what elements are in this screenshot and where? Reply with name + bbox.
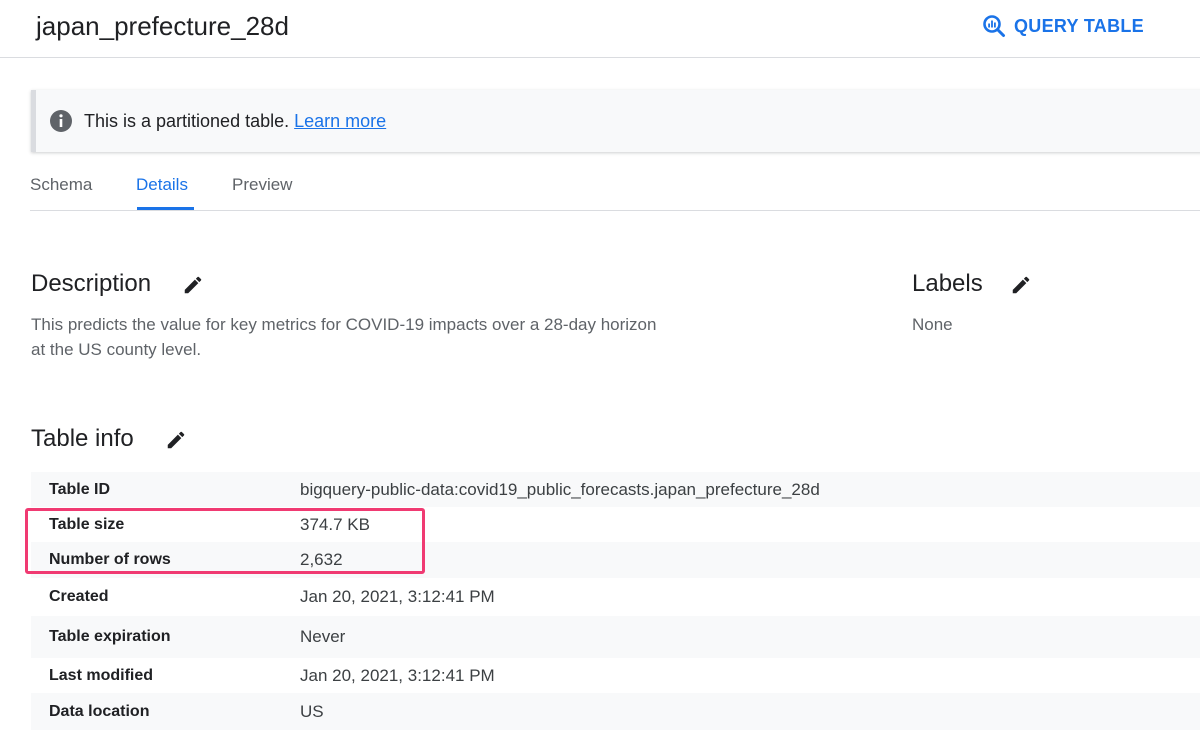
labels-heading: Labels bbox=[912, 270, 983, 297]
table-info-list: Table ID bigquery-public-data:covid19_pu… bbox=[31, 472, 1200, 730]
query-table-label: QUERY TABLE bbox=[1014, 15, 1144, 36]
row-key: Table expiration bbox=[49, 628, 171, 645]
labels-value: None bbox=[912, 315, 953, 334]
row-key: Table size bbox=[49, 515, 125, 533]
page-title: japan_prefecture_28d bbox=[36, 11, 289, 41]
row-value: bigquery-public-data:covid19_public_fore… bbox=[300, 479, 820, 499]
row-key: Last modified bbox=[49, 666, 154, 684]
query-icon bbox=[983, 15, 1005, 37]
row-value: Jan 20, 2021, 3:12:41 PM bbox=[300, 587, 495, 606]
table-row: Table size 374.7 KB bbox=[31, 507, 1200, 542]
tab-schema[interactable]: Schema bbox=[30, 175, 92, 195]
tab-preview[interactable]: Preview bbox=[232, 175, 292, 195]
table-row: Table ID bigquery-public-data:covid19_pu… bbox=[31, 472, 1200, 507]
edit-description-icon[interactable] bbox=[182, 274, 204, 296]
page-header: japan_prefecture_28d QUERY TABLE bbox=[0, 0, 1200, 58]
description-line-2: at the US county level. bbox=[31, 340, 202, 359]
row-value: 2,632 bbox=[300, 550, 343, 569]
banner-text: This is a partitioned table. bbox=[84, 110, 290, 131]
row-key: Table ID bbox=[49, 480, 111, 498]
table-info-heading: Table info bbox=[31, 425, 134, 452]
table-row: Number of rows 2,632 bbox=[31, 542, 1200, 578]
query-table-button[interactable]: QUERY TABLE bbox=[982, 12, 1144, 40]
row-value: 374.7 KB bbox=[300, 514, 370, 534]
edit-labels-icon[interactable] bbox=[1010, 274, 1032, 296]
row-key: Number of rows bbox=[49, 551, 171, 568]
partition-banner: This is a partitioned table. Learn more bbox=[31, 90, 1200, 152]
info-icon bbox=[49, 109, 73, 133]
table-row: Last modified Jan 20, 2021, 3:12:41 PM bbox=[31, 658, 1200, 693]
table-row: Created Jan 20, 2021, 3:12:41 PM bbox=[31, 578, 1200, 616]
description-heading: Description bbox=[31, 270, 152, 297]
tab-details[interactable]: Details bbox=[136, 175, 188, 195]
tab-bar: Schema Details Preview bbox=[30, 163, 1200, 211]
row-value: US bbox=[300, 701, 324, 721]
row-value: Never bbox=[300, 627, 346, 646]
edit-table-info-icon[interactable] bbox=[165, 429, 187, 451]
learn-more-link[interactable]: Learn more bbox=[294, 111, 386, 132]
description-line-1: This predicts the value for key metrics … bbox=[31, 315, 657, 334]
row-key: Created bbox=[49, 588, 109, 605]
table-row: Table expiration Never bbox=[31, 616, 1200, 658]
row-key: Data location bbox=[49, 702, 150, 720]
active-tab-indicator bbox=[137, 207, 194, 210]
table-row: Data location US bbox=[31, 693, 1200, 730]
row-value: Jan 20, 2021, 3:12:41 PM bbox=[300, 665, 495, 685]
